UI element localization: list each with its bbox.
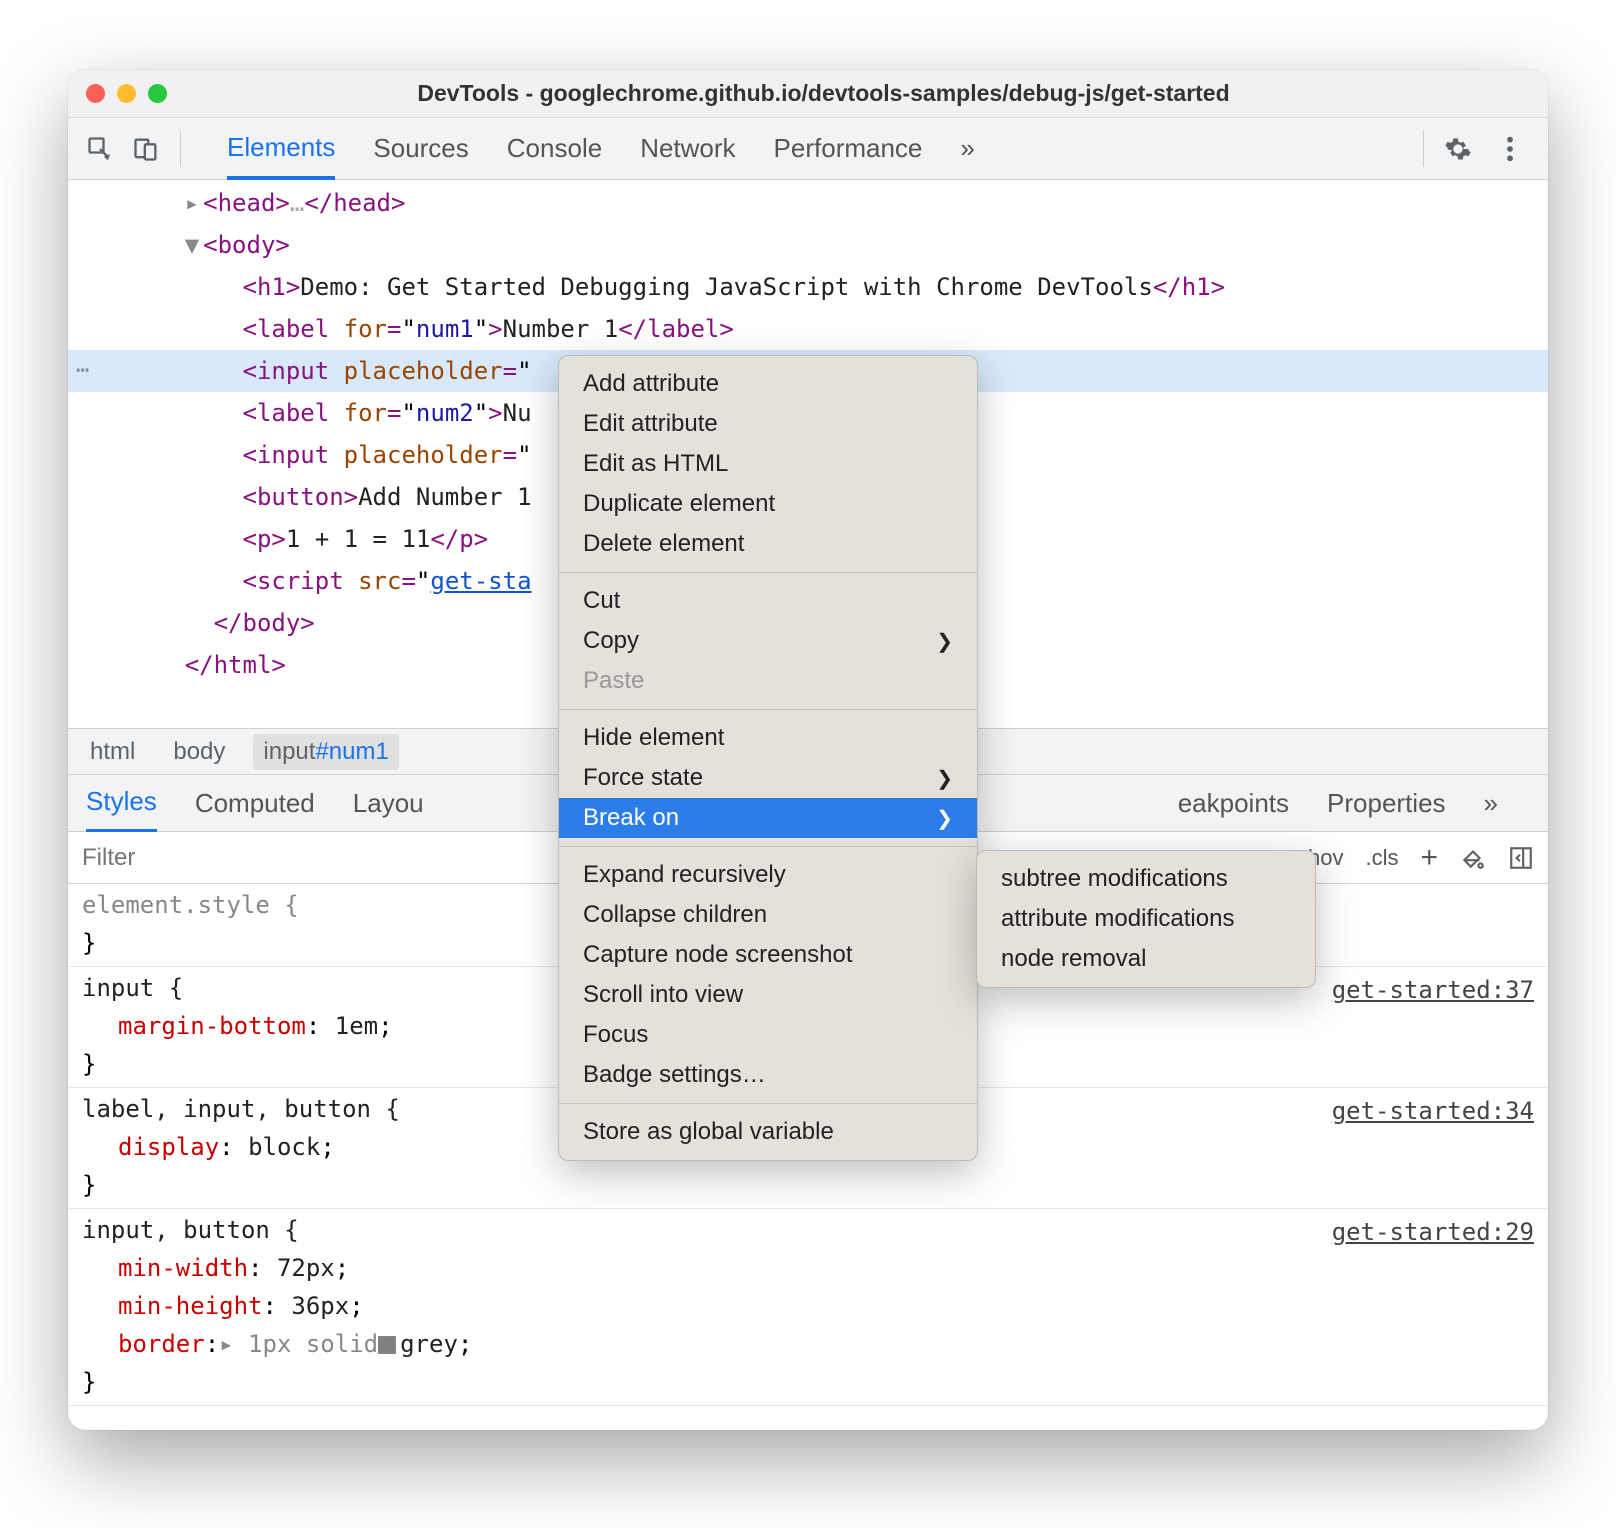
main-toolbar: Elements Sources Console Network Perform… <box>68 118 1548 180</box>
context-menu-item[interactable]: Add attribute <box>559 364 977 404</box>
context-menu-item: Paste <box>559 661 977 701</box>
cls-toggle[interactable]: .cls <box>1365 845 1398 871</box>
minimize-window-button[interactable] <box>117 84 136 103</box>
context-menu-separator <box>559 846 977 847</box>
context-menu-item[interactable]: Store as global variable <box>559 1112 977 1152</box>
context-menu-item[interactable]: Edit as HTML <box>559 444 977 484</box>
more-subtabs-chevron-icon[interactable]: » <box>1484 788 1498 819</box>
zoom-window-button[interactable] <box>148 84 167 103</box>
dom-context-menu: Add attributeEdit attributeEdit as HTMLD… <box>558 355 978 1161</box>
submenu-item[interactable]: subtree modifications <box>977 859 1315 899</box>
subtab-computed[interactable]: Computed <box>195 774 315 832</box>
dom-tree-node[interactable]: ▸<head>…</head> <box>68 182 1548 224</box>
inspect-element-icon[interactable] <box>82 131 118 167</box>
context-menu-item[interactable]: Scroll into view <box>559 975 977 1015</box>
subtab-breakpoints[interactable]: eakpoints <box>1178 774 1289 832</box>
context-menu-item[interactable]: Capture node screenshot <box>559 935 977 975</box>
settings-gear-icon[interactable] <box>1440 131 1476 167</box>
submenu-item[interactable]: node removal <box>977 939 1315 979</box>
traffic-lights <box>86 84 167 103</box>
context-menu-separator <box>559 1103 977 1104</box>
subtab-properties[interactable]: Properties <box>1327 774 1446 832</box>
close-window-button[interactable] <box>86 84 105 103</box>
submenu-arrow-icon: ❯ <box>936 766 953 791</box>
submenu-item[interactable]: attribute modifications <box>977 899 1315 939</box>
context-menu-item[interactable]: Collapse children <box>559 895 977 935</box>
breadcrumb-item[interactable]: html <box>80 734 145 770</box>
window-titlebar: DevTools - googlechrome.github.io/devtoo… <box>68 70 1548 118</box>
css-rule[interactable]: input, button {get-started:29min-width: … <box>68 1209 1548 1406</box>
context-menu-item[interactable]: Focus <box>559 1015 977 1055</box>
css-source-link[interactable]: get-started:37 <box>1332 971 1534 1009</box>
dom-tree-node[interactable]: <h1>Demo: Get Started Debugging JavaScri… <box>68 266 1548 308</box>
paint-bucket-icon[interactable] <box>1460 845 1486 871</box>
dom-tree-node[interactable]: <label for="num1">Number 1</label> <box>68 308 1548 350</box>
kebab-menu-icon[interactable] <box>1492 131 1528 167</box>
subtab-layout[interactable]: Layou <box>353 774 424 832</box>
context-menu-item[interactable]: Hide element <box>559 718 977 758</box>
context-menu-separator <box>559 709 977 710</box>
breadcrumb-item[interactable]: body <box>163 734 235 770</box>
more-tabs-chevron-icon[interactable]: » <box>960 133 974 164</box>
css-source-link[interactable]: get-started:34 <box>1332 1092 1534 1130</box>
context-menu-item[interactable]: Force state❯ <box>559 758 977 798</box>
context-menu-item[interactable]: Edit attribute <box>559 404 977 444</box>
tab-performance[interactable]: Performance <box>774 118 923 180</box>
context-menu-item[interactable]: Copy❯ <box>559 621 977 661</box>
context-menu-item[interactable]: Cut <box>559 581 977 621</box>
dom-tree-node[interactable]: ▼<body> <box>68 224 1548 266</box>
toolbar-separator <box>1423 131 1424 167</box>
tab-elements[interactable]: Elements <box>227 118 335 180</box>
new-style-rule-icon[interactable]: + <box>1420 841 1438 875</box>
tab-network[interactable]: Network <box>640 118 735 180</box>
submenu-arrow-icon: ❯ <box>936 806 953 831</box>
toolbar-separator <box>180 131 181 167</box>
context-menu-separator <box>559 572 977 573</box>
css-source-link[interactable]: get-started:29 <box>1332 1213 1534 1251</box>
submenu-arrow-icon: ❯ <box>936 629 953 654</box>
context-menu-item[interactable]: Duplicate element <box>559 484 977 524</box>
break-on-submenu: subtree modificationsattribute modificat… <box>976 850 1316 988</box>
breadcrumb-item[interactable]: input#num1 <box>253 734 398 770</box>
subtab-styles[interactable]: Styles <box>86 775 157 833</box>
context-menu-item[interactable]: Expand recursively <box>559 855 977 895</box>
context-menu-item[interactable]: Badge settings… <box>559 1055 977 1095</box>
tab-sources[interactable]: Sources <box>373 118 468 180</box>
context-menu-item[interactable]: Delete element <box>559 524 977 564</box>
context-menu-item[interactable]: Break on❯ <box>559 798 977 838</box>
panel-tab-strip: Elements Sources Console Network Perform… <box>201 118 1403 180</box>
window-title: DevTools - googlechrome.github.io/devtoo… <box>167 80 1530 107</box>
computed-panel-toggle-icon[interactable] <box>1508 845 1534 871</box>
device-toolbar-icon[interactable] <box>128 131 164 167</box>
tab-console[interactable]: Console <box>507 118 602 180</box>
